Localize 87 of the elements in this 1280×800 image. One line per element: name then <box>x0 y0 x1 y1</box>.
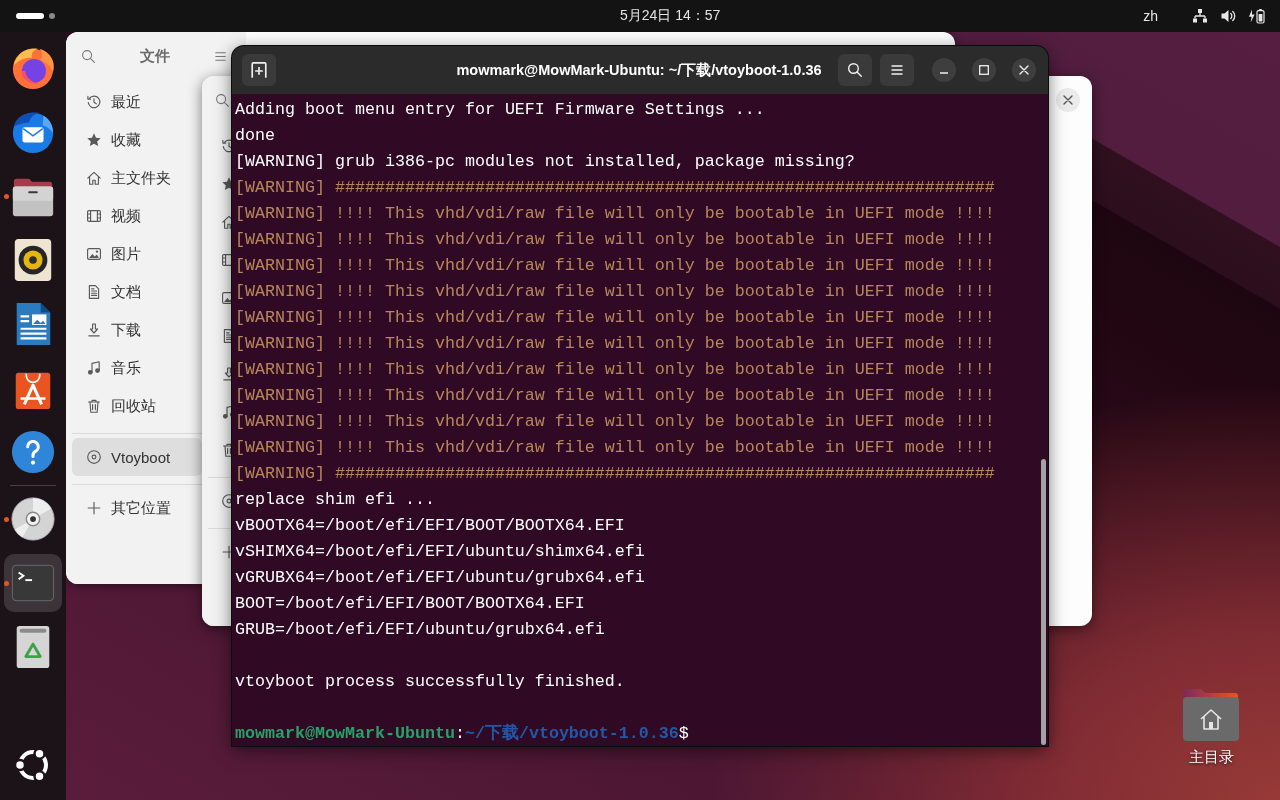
output-line: vBOOTX64=/boot/efi/EFI/BOOT/BOOTX64.EFI <box>235 515 625 537</box>
clock-icon[interactable] <box>221 138 231 154</box>
output-line: GRUB=/boot/efi/EFI/ubuntu/grubx64.efi <box>235 619 605 641</box>
bird-envelope-icon <box>10 109 56 155</box>
warning-line: [WARNING] !!!! This vhd/vdi/raw file will only be bootable in UEFI mode !!!! <box>235 333 995 355</box>
close-button[interactable] <box>1056 88 1080 112</box>
search-icon <box>847 62 863 78</box>
star-icon[interactable] <box>221 176 231 192</box>
workspace-dot-icon[interactable] <box>49 13 55 19</box>
disc-icon <box>86 449 102 465</box>
window-title: 文件 <box>138 46 171 66</box>
window-title: mowmark@MowMark-Ubuntu: ~/下载/vtoyboot-1.0.36 <box>456 60 822 80</box>
output-line: BOOT=/boot/efi/EFI/BOOT/BOOTX64.EFI <box>235 593 585 615</box>
sidebar-item[interactable]: 回收站 <box>72 387 202 425</box>
plus-icon <box>86 500 102 516</box>
close-button[interactable] <box>1012 58 1036 82</box>
tab-plus-icon <box>251 62 267 78</box>
image-icon <box>86 246 102 262</box>
download-icon[interactable] <box>221 366 231 382</box>
plus-icon[interactable] <box>221 544 231 560</box>
output-line: [WARNING] grub i386-pc modules not installed, package missing? <box>235 151 855 173</box>
warning-line: [WARNING] !!!! This vhd/vdi/raw file will only be bootable in UEFI mode !!!! <box>235 229 995 251</box>
help-icon <box>10 429 56 475</box>
close-icon <box>1063 95 1073 105</box>
prompt-line: mowmark@MowMark-Ubuntu:~/下载/vtoyboot-1.0.36$ <box>235 722 689 745</box>
sidebar-item[interactable]: 最近 <box>72 83 202 121</box>
home-icon[interactable] <box>221 214 231 230</box>
clock[interactable]: 5月24日 14：57 <box>620 7 721 25</box>
warning-line: [WARNING] ################################################################## <box>235 177 995 199</box>
trash-icon <box>86 398 102 414</box>
warning-line: [WARNING] ################################################################## <box>235 463 995 485</box>
music-note-icon[interactable] <box>221 404 231 420</box>
menu-icon <box>889 62 905 78</box>
output-line: Adding boot menu entry for UEFI Firmware Settings ... <box>235 99 765 121</box>
scrollbar-thumb[interactable] <box>1041 459 1046 745</box>
sidebar-item[interactable]: 其它位置 <box>72 489 202 527</box>
maximize-button[interactable] <box>972 58 996 82</box>
volume-icon[interactable] <box>1220 8 1236 24</box>
document-icon <box>86 284 102 300</box>
sidebar-item[interactable]: 收藏 <box>72 121 202 159</box>
network-icon[interactable] <box>1192 8 1208 24</box>
sidebar-item[interactable]: 文档 <box>72 273 202 311</box>
warning-line: [WARNING] !!!! This vhd/vdi/raw file will only be bootable in UEFI mode !!!! <box>235 255 995 277</box>
warning-line: [WARNING] !!!! This vhd/vdi/raw file will only be bootable in UEFI mode !!!! <box>235 203 995 225</box>
disc-icon <box>10 496 56 542</box>
maximize-icon <box>979 65 989 75</box>
music-note-icon <box>86 360 102 376</box>
new-tab-button[interactable] <box>242 54 276 86</box>
home-folder-icon[interactable] <box>1182 686 1240 742</box>
input-method-indicator[interactable]: zh <box>1143 8 1158 24</box>
download-icon <box>86 322 102 338</box>
image-icon[interactable] <box>221 290 231 306</box>
clock-icon <box>86 94 102 110</box>
warning-line: [WARNING] !!!! This vhd/vdi/raw file will only be bootable in UEFI mode !!!! <box>235 385 995 407</box>
search-button[interactable] <box>215 92 230 108</box>
warning-line: [WARNING] !!!! This vhd/vdi/raw file will only be bootable in UEFI mode !!!! <box>235 307 995 329</box>
search-button[interactable] <box>838 54 872 86</box>
warning-line: [WARNING] !!!! This vhd/vdi/raw file will only be bootable in UEFI mode !!!! <box>235 411 995 433</box>
sidebar-item[interactable]: 音乐 <box>72 349 202 387</box>
search-icon <box>81 48 96 64</box>
home-icon <box>86 170 102 186</box>
star-icon <box>86 132 102 148</box>
battery-icon[interactable] <box>1248 8 1265 24</box>
output-line: done <box>235 125 275 147</box>
close-icon <box>1019 65 1029 75</box>
document-icon[interactable] <box>221 328 231 344</box>
workspace-pill-icon[interactable] <box>16 13 44 19</box>
minimize-icon <box>940 72 948 74</box>
output-line: replace shim efi ... <box>235 489 435 511</box>
desktop-icon-label[interactable]: 主目录 <box>1188 748 1234 767</box>
sidebar-item[interactable]: 下载 <box>72 311 202 349</box>
film-icon[interactable] <box>221 252 231 268</box>
film-icon <box>86 208 102 224</box>
sidebar-item[interactable]: 图片 <box>72 235 202 273</box>
search-icon <box>215 92 230 108</box>
minimize-button[interactable] <box>932 58 956 82</box>
warning-line: [WARNING] !!!! This vhd/vdi/raw file will only be bootable in UEFI mode !!!! <box>235 359 995 381</box>
sidebar-item[interactable]: 视频 <box>72 197 202 235</box>
sidebar-item[interactable]: Vtoyboot <box>72 438 202 476</box>
output-line: vtoyboot process successfully finished. <box>235 671 625 693</box>
output-line: vSHIMX64=/boot/efi/EFI/ubuntu/shimx64.efi <box>235 541 645 563</box>
warning-line: [WARNING] !!!! This vhd/vdi/raw file will only be bootable in UEFI mode !!!! <box>235 281 995 303</box>
trash-icon[interactable] <box>221 442 231 458</box>
warning-line: [WARNING] !!!! This vhd/vdi/raw file will only be bootable in UEFI mode !!!! <box>235 437 995 459</box>
sidebar-item[interactable]: 主文件夹 <box>72 159 202 197</box>
menu-button[interactable] <box>880 54 914 86</box>
output-line: vGRUBX64=/boot/efi/EFI/ubuntu/grubx64.efi <box>235 567 645 589</box>
